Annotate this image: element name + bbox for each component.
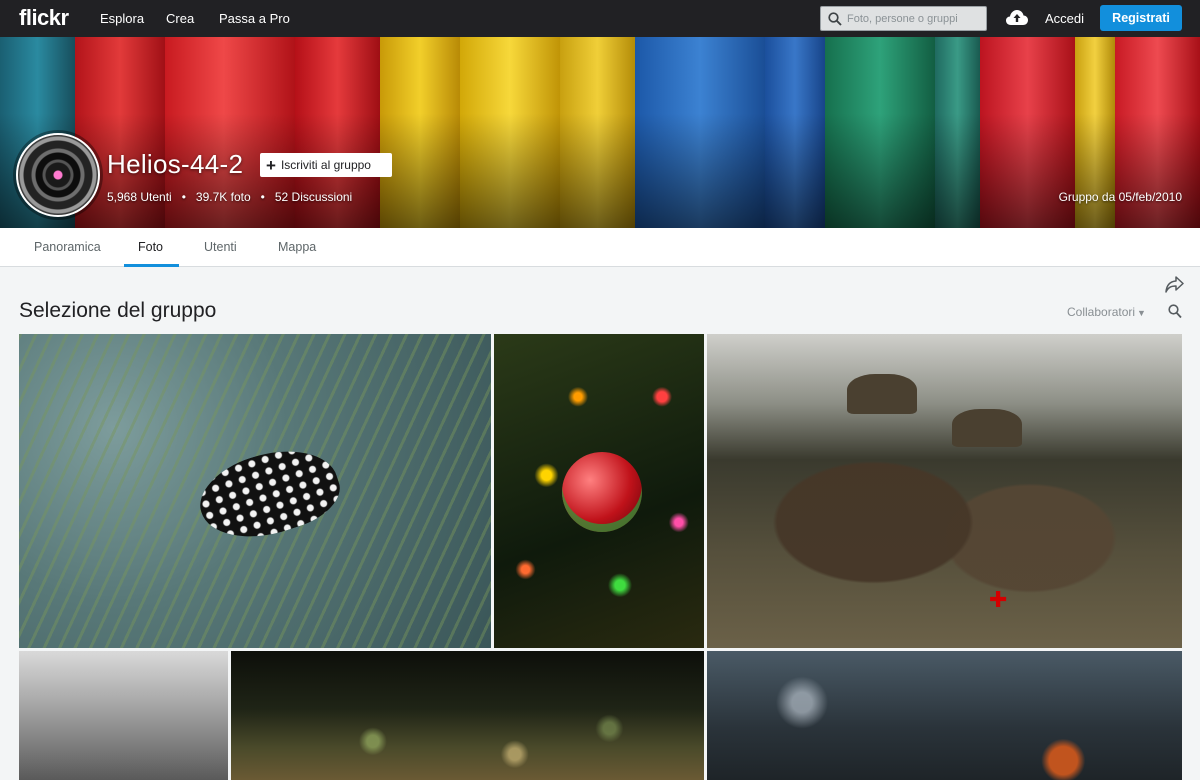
cap-shape [952, 409, 1022, 447]
search-input[interactable] [847, 12, 982, 25]
plus-icon: + [266, 155, 276, 175]
separator-dot: • [181, 190, 186, 204]
photos-count[interactable]: 39.7K foto [196, 190, 251, 204]
cap-shape [847, 374, 917, 414]
tab-photos[interactable]: Foto [138, 240, 163, 254]
photo-thumbnail[interactable] [494, 334, 704, 648]
photo-thumbnail[interactable] [707, 651, 1182, 780]
photo-thumbnail[interactable]: ✚ [707, 334, 1182, 648]
section-title: Selezione del gruppo [19, 299, 217, 322]
members-count[interactable]: 5,968 Utenti [107, 190, 172, 204]
photo-thumbnail[interactable] [231, 651, 704, 780]
flickr-logo[interactable]: flickr [19, 5, 69, 31]
top-nav: flickr Esplora Crea Passa a Pro Accedi R… [0, 0, 1200, 37]
ornament-shape [562, 452, 642, 532]
separator-dot: • [260, 190, 265, 204]
tab-members[interactable]: Utenti [204, 240, 237, 254]
contributors-filter-dropdown[interactable]: Collaboratori ▼ [1067, 305, 1146, 319]
upload-cloud-icon[interactable] [1005, 8, 1029, 27]
photo-thumbnail[interactable] [19, 651, 228, 780]
share-icon[interactable] [1165, 276, 1184, 293]
group-avatar [16, 133, 100, 217]
group-cover-banner: Helios-44-2 + Iscriviti al gruppo 5,968 … [0, 37, 1200, 228]
search-icon [828, 12, 842, 26]
group-stats: 5,968 Utenti • 39.7K foto • 52 Discussio… [107, 190, 352, 204]
filter-label: Collaboratori [1067, 305, 1136, 319]
tab-map[interactable]: Mappa [278, 240, 316, 254]
group-title: Helios-44-2 [107, 149, 244, 179]
group-since: Gruppo da 05/feb/2010 [1058, 190, 1182, 204]
search-box [820, 6, 987, 31]
chevron-down-icon: ▼ [1137, 308, 1146, 318]
tab-overview[interactable]: Panoramica [34, 240, 101, 254]
active-tab-indicator [124, 264, 179, 267]
nav-pro-link[interactable]: Passa a Pro [219, 11, 290, 26]
join-group-button[interactable]: + Iscriviti al gruppo [260, 153, 392, 177]
search-icon[interactable] [1168, 304, 1182, 319]
login-link[interactable]: Accedi [1045, 11, 1084, 26]
discussions-count[interactable]: 52 Discussioni [275, 190, 352, 204]
nav-create-link[interactable]: Crea [166, 11, 194, 26]
photo-thumbnail[interactable] [19, 334, 491, 648]
register-button[interactable]: Registrati [1100, 5, 1182, 31]
red-cross-armband: ✚ [989, 587, 1008, 612]
nav-explore-link[interactable]: Esplora [100, 11, 144, 26]
feather-shape [190, 434, 348, 554]
join-group-label: Iscriviti al gruppo [280, 158, 371, 172]
group-tabs: Panoramica Foto Utenti Mappa [0, 228, 1200, 267]
